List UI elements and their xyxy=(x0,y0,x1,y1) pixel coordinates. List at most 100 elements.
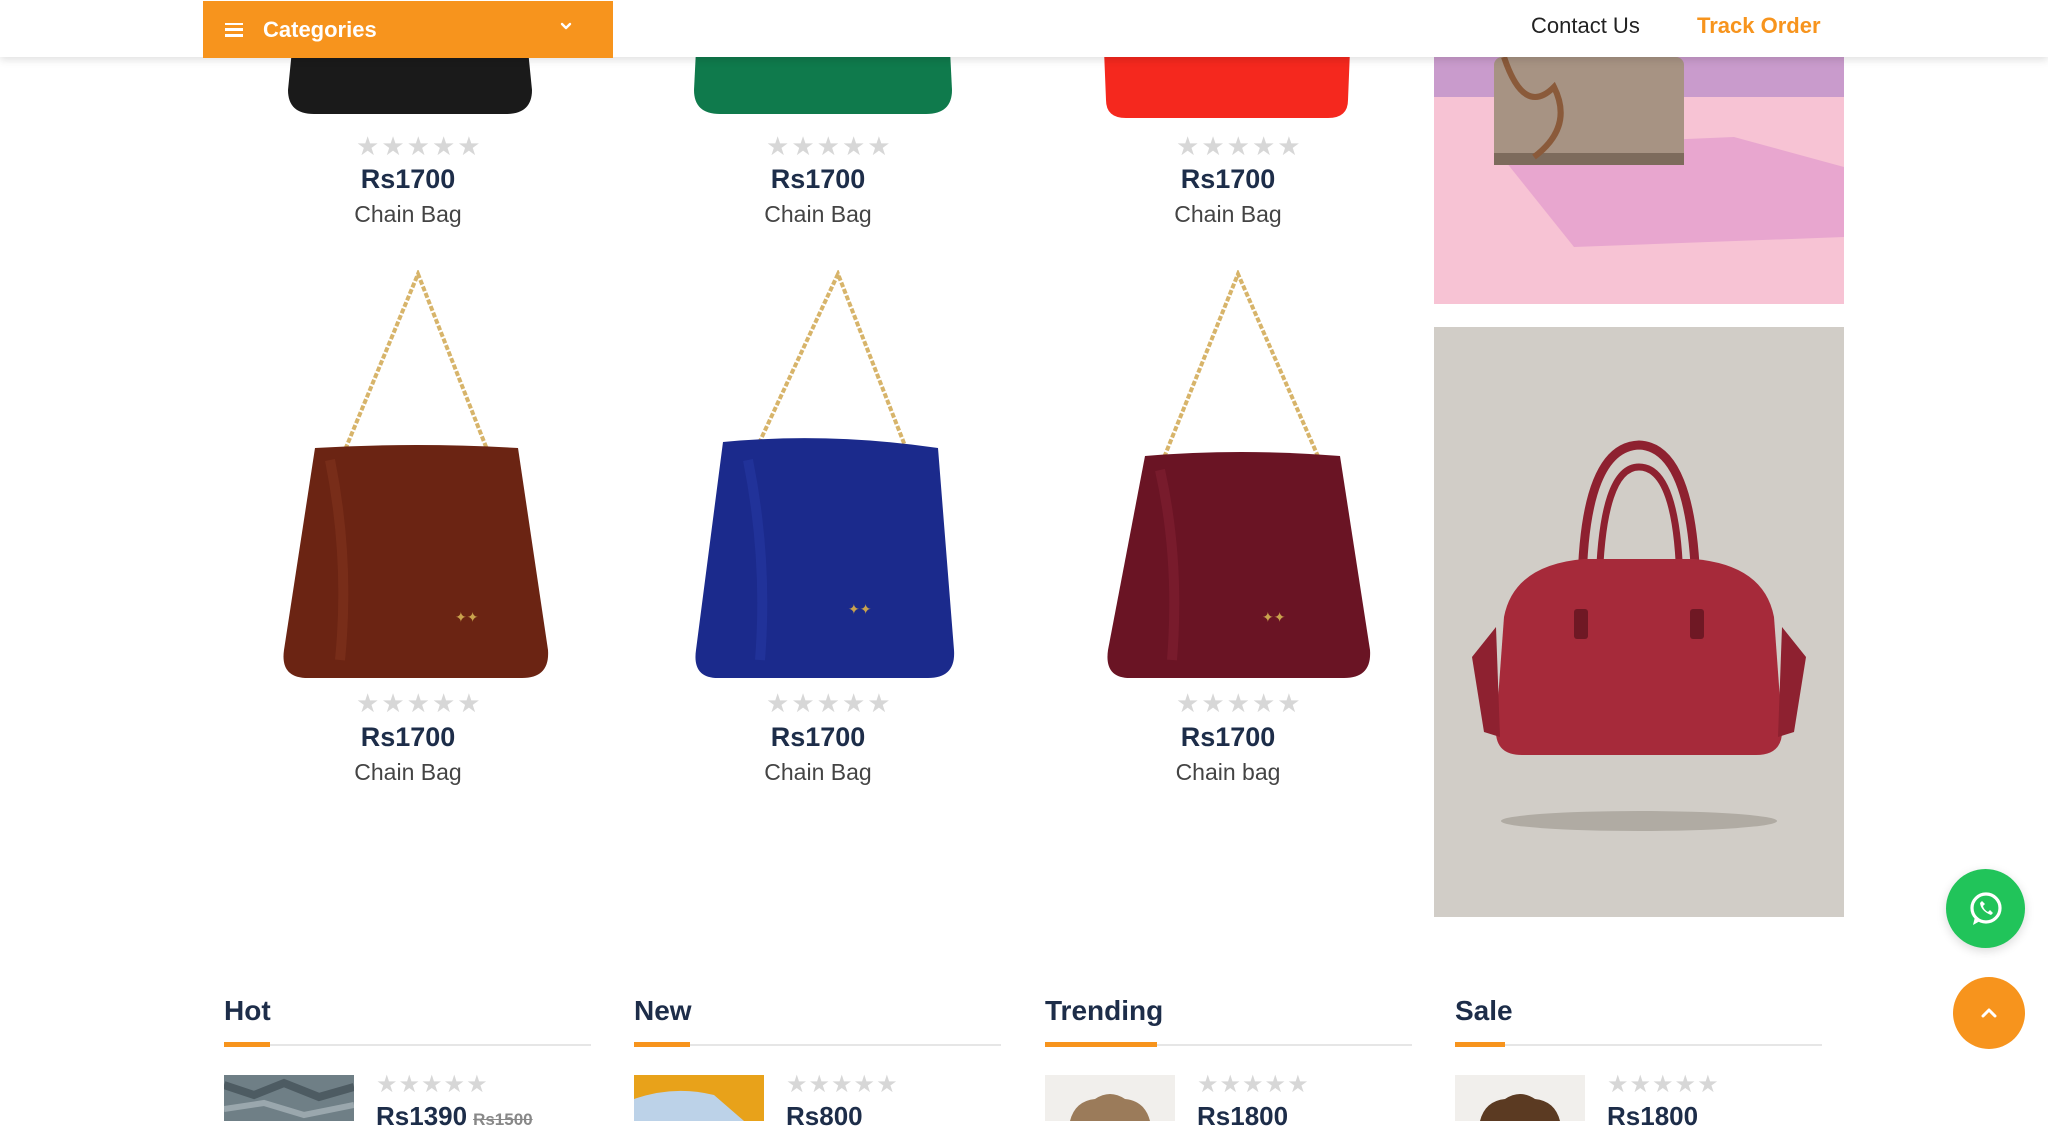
star-icon: ★ xyxy=(1287,1071,1309,1098)
bag-bottom xyxy=(288,50,532,114)
product-image[interactable]: ✦✦ xyxy=(688,270,968,680)
product-name[interactable]: Chain Bag xyxy=(258,759,558,786)
contact-us-link[interactable]: Contact Us xyxy=(1531,13,1640,39)
star-icon: ★ xyxy=(431,131,456,161)
star-icon: ★ xyxy=(791,131,815,161)
rating-stars: ★ ★ ★ ★ ★ xyxy=(1176,690,1301,716)
product-name[interactable]: Chain bag xyxy=(1078,759,1378,786)
section-title: New xyxy=(634,995,692,1026)
product-thumbnail[interactable] xyxy=(1045,1075,1175,1121)
star-icon: ★ xyxy=(1251,131,1276,161)
star-icon: ★ xyxy=(398,1071,421,1098)
product-thumbnail[interactable] xyxy=(1455,1075,1585,1121)
whatsapp-button[interactable] xyxy=(1946,869,2025,948)
menu-icon xyxy=(225,22,243,37)
product-price: Rs1700 xyxy=(360,164,456,194)
star-icon: ★ xyxy=(1219,1071,1242,1098)
section-divider xyxy=(1455,1044,1822,1046)
star-icon: ★ xyxy=(1674,1071,1697,1098)
section-title: Hot xyxy=(224,995,271,1026)
section-title: Trending xyxy=(1045,995,1164,1026)
chevron-down-icon xyxy=(560,22,572,30)
current-price: Rs1390 xyxy=(376,1101,468,1131)
svg-text:✦✦: ✦✦ xyxy=(848,602,872,618)
section-underline xyxy=(224,1042,270,1047)
star-icon: ★ xyxy=(1176,131,1200,161)
star-icon: ★ xyxy=(443,1071,466,1098)
star-icon: ★ xyxy=(466,1071,488,1098)
banner-image xyxy=(1434,57,1844,247)
section-sale: Sale ★ ★ ★ ★ ★ Rs1800 xyxy=(1455,995,1822,1131)
star-icon: ★ xyxy=(867,688,891,718)
section-underline xyxy=(1045,1042,1157,1047)
section-hot: Hot ★ ★ ★ ★ ★ Rs1390 Rs1500 xyxy=(224,995,591,1131)
rating-stars: ★ ★ ★ ★ ★ xyxy=(1607,1073,1719,1097)
star-icon: ★ xyxy=(356,131,380,161)
star-icon: ★ xyxy=(841,688,866,718)
scroll-to-top-button[interactable] xyxy=(1953,977,2025,1049)
star-icon: ★ xyxy=(1201,131,1225,161)
rating-stars: ★ ★ ★ ★ ★ xyxy=(376,1073,488,1097)
star-icon: ★ xyxy=(1226,131,1250,161)
star-icon: ★ xyxy=(786,1071,808,1098)
star-icon: ★ xyxy=(1226,688,1250,718)
star-icon: ★ xyxy=(808,1071,831,1098)
star-icon: ★ xyxy=(381,131,405,161)
star-icon: ★ xyxy=(376,1071,398,1098)
product-image[interactable] xyxy=(688,50,958,120)
rating-stars: ★ ★ ★ ★ ★ xyxy=(356,690,481,716)
star-icon: ★ xyxy=(1607,1071,1629,1098)
promo-banner-top[interactable] xyxy=(1434,57,1844,304)
product-name[interactable]: Chain Bag xyxy=(258,201,558,228)
star-icon: ★ xyxy=(1251,688,1276,718)
old-price: Rs1500 xyxy=(473,1110,533,1129)
product-image[interactable] xyxy=(270,50,550,120)
section-divider xyxy=(224,1044,591,1046)
product-price: Rs1390 Rs1500 xyxy=(376,1101,533,1132)
categories-dropdown[interactable]: Categories xyxy=(203,1,613,58)
product-price: Rs800 xyxy=(786,1101,863,1132)
product-name[interactable]: Chain Bag xyxy=(668,759,968,786)
banner-image xyxy=(1472,440,1806,831)
product-name[interactable]: Chain Bag xyxy=(668,201,968,228)
rating-stars: ★ ★ ★ ★ ★ xyxy=(1197,1073,1309,1097)
star-icon: ★ xyxy=(841,131,866,161)
product-image[interactable]: ✦✦ xyxy=(270,270,550,680)
star-icon: ★ xyxy=(1242,1071,1264,1098)
star-icon: ★ xyxy=(356,688,380,718)
star-icon: ★ xyxy=(1277,131,1301,161)
star-icon: ★ xyxy=(876,1071,898,1098)
product-price: Rs1700 xyxy=(1180,722,1276,752)
product-price: Rs1700 xyxy=(1180,164,1276,194)
current-price: Rs800 xyxy=(786,1101,863,1131)
star-icon: ★ xyxy=(867,131,891,161)
product-thumbnail[interactable] xyxy=(634,1075,764,1121)
star-icon: ★ xyxy=(1697,1071,1719,1098)
star-icon: ★ xyxy=(1197,1071,1219,1098)
svg-text:✦✦: ✦✦ xyxy=(1262,610,1286,626)
product-name[interactable]: Chain Bag xyxy=(1078,201,1378,228)
star-icon: ★ xyxy=(816,131,840,161)
product-image[interactable]: ✦✦ xyxy=(1100,270,1380,680)
star-icon: ★ xyxy=(406,688,430,718)
star-icon: ★ xyxy=(831,1071,853,1098)
star-icon: ★ xyxy=(1201,688,1225,718)
star-icon: ★ xyxy=(816,688,840,718)
star-icon: ★ xyxy=(791,688,815,718)
star-icon: ★ xyxy=(853,1071,876,1098)
star-icon: ★ xyxy=(1277,688,1301,718)
promo-banner-bottom[interactable] xyxy=(1434,327,1844,917)
section-underline xyxy=(1455,1042,1505,1047)
categories-label: Categories xyxy=(263,16,377,42)
product-image[interactable] xyxy=(1100,50,1360,122)
rating-stars: ★ ★ ★ ★ ★ xyxy=(786,1073,898,1097)
product-price: Rs1700 xyxy=(770,722,866,752)
track-order-link[interactable]: Track Order xyxy=(1697,13,1821,39)
product-price: Rs1800 xyxy=(1197,1101,1288,1132)
rating-stars: ★ ★ ★ ★ ★ xyxy=(766,690,891,716)
section-new: New ★ ★ ★ ★ ★ Rs800 xyxy=(634,995,1001,1131)
star-icon: ★ xyxy=(457,688,481,718)
product-price: Rs1800 xyxy=(1607,1101,1698,1132)
product-thumbnail[interactable] xyxy=(224,1075,354,1121)
bag-bottom xyxy=(694,50,952,114)
